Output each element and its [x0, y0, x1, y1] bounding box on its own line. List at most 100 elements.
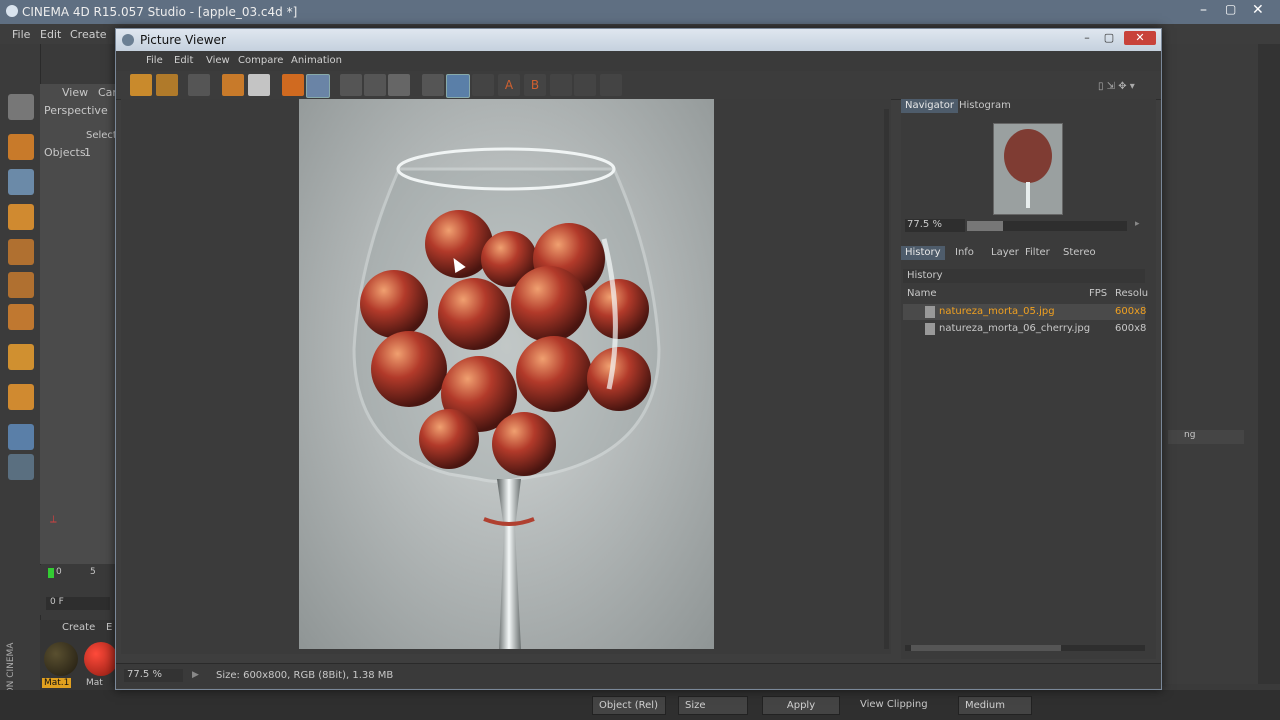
navigator-zoom-field[interactable]: 77.5 % — [905, 219, 965, 232]
apply-button[interactable]: Apply — [762, 696, 840, 715]
viewport-menu-view[interactable]: View — [62, 86, 88, 99]
pv-menu-view[interactable]: View — [206, 55, 230, 66]
zoom-arrow-icon[interactable]: ▸ — [1135, 219, 1140, 229]
diff-icon[interactable] — [574, 74, 596, 96]
object-tool-icon[interactable] — [8, 134, 34, 160]
history-file-name: natureza_morta_06_cherry.jpg — [939, 323, 1091, 334]
pv-menu-edit[interactable]: Edit — [174, 55, 193, 66]
view-clipping-label: View Clipping — [860, 699, 928, 710]
minimize-icon[interactable]: – — [1200, 2, 1207, 18]
history-header: History — [903, 269, 1145, 283]
history-columns: Name FPS Resolu — [903, 287, 1148, 301]
tab-filter[interactable]: Filter — [1021, 246, 1054, 260]
fullscreen-icon[interactable] — [364, 74, 386, 96]
picture-viewer-titlebar: Picture Viewer – ▢ ✕ — [116, 29, 1161, 51]
move-icon[interactable] — [222, 74, 244, 96]
menu-file[interactable]: File — [12, 28, 30, 41]
model-mode-icon[interactable] — [8, 94, 34, 120]
material-1-label[interactable]: Mat.1 — [42, 678, 72, 688]
canvas-vertical-scrollbar[interactable] — [884, 109, 889, 649]
tab-navigator[interactable]: Navigator — [901, 99, 958, 113]
material-swatch-1[interactable] — [44, 642, 78, 676]
coordinate-mode-select[interactable]: Object (Rel) — [592, 696, 666, 715]
timeline[interactable]: 0 5 0 F — [40, 565, 120, 615]
status-zoom-field[interactable]: 77.5 % — [124, 669, 183, 682]
col-resolution[interactable]: Resolu — [1115, 288, 1148, 299]
menu-edit[interactable]: Edit — [40, 28, 61, 41]
panel-layout-icon[interactable]: ▯ ⇲ ✥ ▾ — [1098, 81, 1135, 92]
save-icon[interactable] — [156, 74, 178, 96]
zoom-icon[interactable] — [248, 74, 270, 96]
set-b-icon[interactable]: B — [524, 74, 546, 96]
viewport[interactable]: View Car Perspective Select Objects 1 ⟂ — [40, 84, 120, 564]
history-row[interactable]: natureza_morta_05.jpg 600x8 — [903, 304, 1146, 320]
pv-close-icon[interactable]: ✕ — [1124, 31, 1156, 45]
view-clipping-select[interactable]: Medium — [958, 696, 1032, 715]
tweak-icon[interactable] — [8, 384, 34, 410]
history-horizontal-scrollbar[interactable] — [905, 645, 1145, 651]
material-tab-edit[interactable]: E — [106, 622, 112, 633]
col-name[interactable]: Name — [907, 288, 937, 299]
workplane-lock-icon[interactable] — [8, 454, 34, 480]
render-region-icon[interactable] — [306, 74, 330, 98]
picture-viewer-toolbar: A B ▯ ⇲ ✥ ▾ — [116, 71, 1161, 100]
pv-menu-compare[interactable]: Compare — [238, 55, 283, 66]
compare-ab-icon[interactable] — [422, 74, 444, 96]
attribute-field[interactable]: ng — [1168, 430, 1244, 444]
workplane-icon[interactable] — [8, 204, 34, 230]
render-icon[interactable] — [282, 74, 304, 96]
pv-menu-animation[interactable]: Animation — [291, 55, 342, 66]
edges-icon[interactable] — [8, 272, 34, 298]
overlay-icon[interactable] — [600, 74, 622, 96]
frame-field[interactable]: 0 F — [46, 597, 110, 610]
picture-viewer-statusbar: 77.5 % ▶ Size: 600x800, RGB (8Bit), 1.38… — [116, 663, 1161, 688]
status-play-icon[interactable]: ▶ — [192, 670, 199, 680]
tab-info[interactable]: Info — [951, 246, 978, 260]
playhead-icon[interactable] — [48, 568, 54, 578]
fit-icon[interactable] — [340, 74, 362, 96]
split-icon[interactable] — [446, 74, 470, 98]
menu-create[interactable]: Create — [70, 28, 107, 41]
texture-tool-icon[interactable] — [8, 169, 34, 195]
open-icon[interactable] — [130, 74, 152, 96]
right-side-panels: ng — [1160, 44, 1280, 684]
set-a-icon[interactable]: A — [498, 74, 520, 96]
navigator-zoom-slider-fill — [967, 221, 1003, 231]
tab-layer[interactable]: Layer — [987, 246, 1023, 260]
axis-icon[interactable] — [8, 344, 34, 370]
viewport-label: Perspective — [44, 104, 108, 117]
material-swatch-2[interactable] — [84, 642, 118, 676]
scrollbar-thumb[interactable] — [911, 645, 1061, 651]
maximize-icon[interactable]: ▢ — [1225, 2, 1236, 16]
objects-count: 1 — [84, 146, 91, 159]
pv-minimize-icon[interactable]: – — [1076, 31, 1098, 45]
bottom-bar: Object (Rel) Size Apply View Clipping Me… — [0, 690, 1280, 720]
close-icon[interactable]: ✕ — [1252, 2, 1264, 18]
frame-mark: 5 — [90, 567, 96, 577]
pv-menu-file[interactable]: File — [146, 55, 163, 66]
select-label: Select — [86, 130, 117, 141]
pv-maximize-icon[interactable]: ▢ — [1098, 31, 1120, 45]
navigator-thumbnail[interactable] — [993, 123, 1063, 215]
image-canvas[interactable] — [121, 99, 891, 654]
grid-icon[interactable] — [188, 74, 210, 96]
material-2-label[interactable]: Mat — [86, 678, 103, 688]
flip-icon[interactable] — [550, 74, 572, 96]
size-mode-select[interactable]: Size — [678, 696, 748, 715]
tab-histogram[interactable]: Histogram — [955, 99, 1015, 113]
swap-icon[interactable] — [472, 74, 494, 96]
interactive-render-icon[interactable] — [388, 74, 410, 96]
points-icon[interactable] — [8, 239, 34, 265]
app-titlebar: CINEMA 4D R15.057 Studio - [apple_03.c4d… — [0, 0, 1280, 24]
tab-history[interactable]: History — [901, 246, 945, 260]
history-row[interactable]: natureza_morta_06_cherry.jpg 600x8 — [903, 321, 1146, 337]
material-manager: Create E Mat.1 Mat — [40, 620, 120, 690]
material-tab-create[interactable]: Create — [62, 622, 95, 633]
snap-icon[interactable] — [8, 424, 34, 450]
image-file-icon — [925, 306, 935, 318]
col-fps[interactable]: FPS — [1089, 288, 1107, 299]
polygons-icon[interactable] — [8, 304, 34, 330]
image-file-icon — [925, 323, 935, 335]
tab-stereo[interactable]: Stereo — [1059, 246, 1100, 260]
picture-viewer-menubar: File Edit View Compare Animation — [116, 51, 1161, 71]
